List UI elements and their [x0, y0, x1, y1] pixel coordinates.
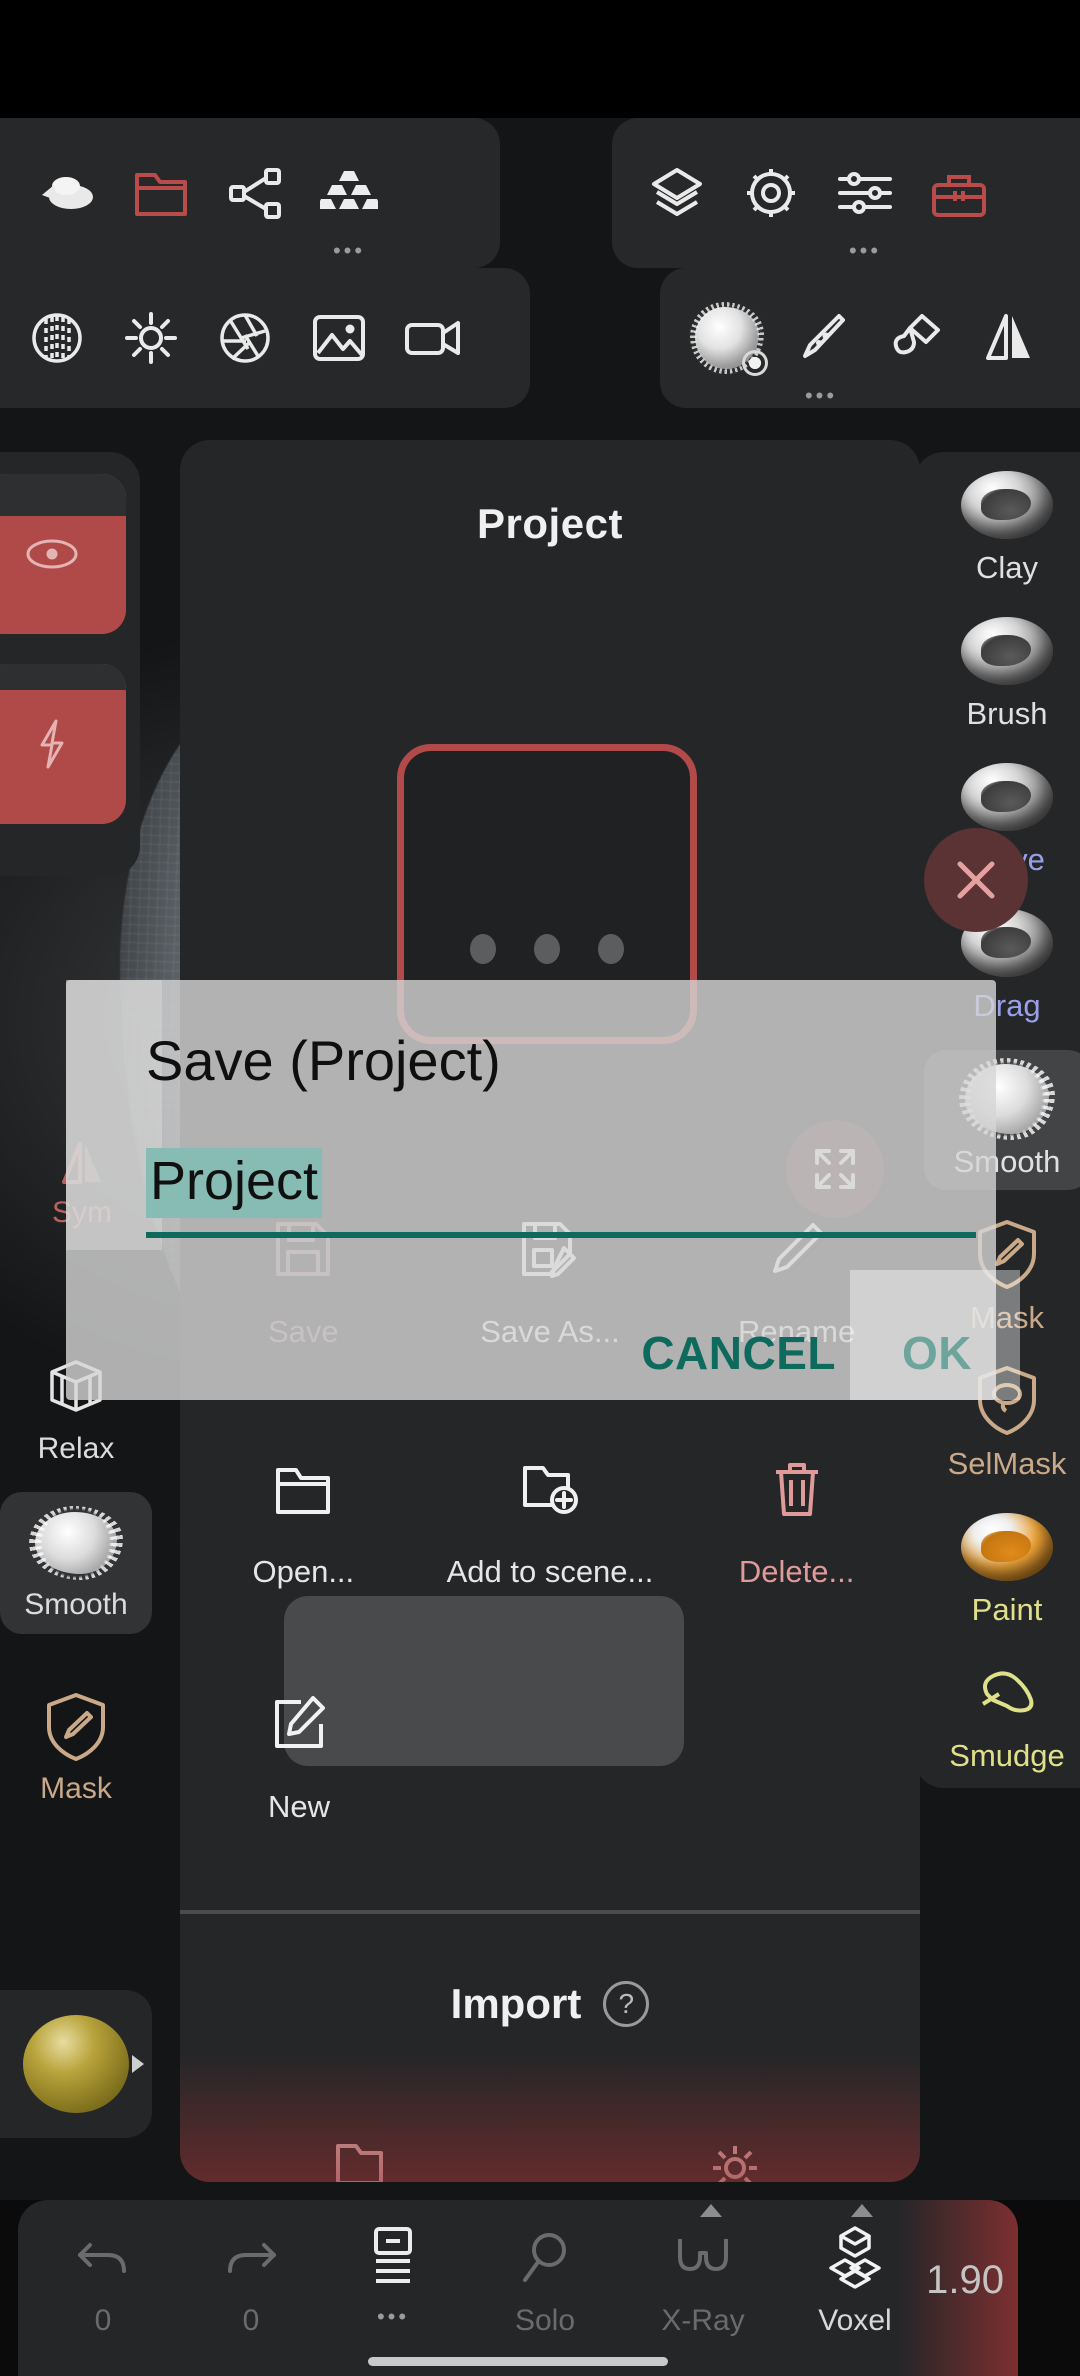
project-name-value: Project [146, 1148, 323, 1218]
app-root: ••• ••• ••• Relax Smooth Mask Clay Brush… [0, 0, 1080, 2376]
project-name-input[interactable]: Project [146, 1148, 916, 1218]
dialog-ghost-right [850, 1270, 1020, 1400]
dialog-ghost-card [284, 1596, 684, 1766]
dialog-title: Save (Project) [146, 1029, 501, 1092]
input-underline [146, 1232, 976, 1238]
cancel-button[interactable]: CANCEL [641, 1326, 836, 1380]
